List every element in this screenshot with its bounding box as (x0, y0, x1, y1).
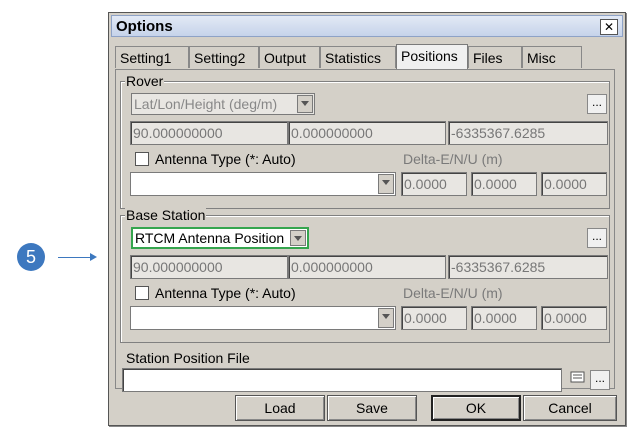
rover-delta-n-field[interactable]: 0.0000 (471, 172, 537, 196)
base-antenna-checkbox[interactable] (135, 286, 149, 300)
rover-format-select[interactable]: Lat/Lon/Height (deg/m) (131, 93, 315, 115)
station-file-browse-button[interactable]: ... (590, 370, 610, 390)
load-button[interactable]: Load (235, 395, 325, 421)
rover-height-field[interactable]: -6335367.6285 (448, 121, 608, 145)
rover-format-value: Lat/Lon/Height (deg/m) (134, 96, 278, 112)
rover-antenna-checkbox[interactable] (135, 152, 149, 166)
rover-legend: Rover (125, 73, 165, 89)
rover-antenna-label: Antenna Type (*: Auto) (155, 151, 296, 167)
base-format-select[interactable]: RTCM Antenna Position (131, 227, 309, 249)
rover-antenna-select[interactable] (130, 172, 396, 196)
document-icon-glyph (570, 371, 585, 383)
tab-positions[interactable]: Positions (396, 44, 468, 69)
annotation-arrow (58, 257, 94, 258)
rover-delta-e-field[interactable]: 0.0000 (401, 172, 467, 196)
tab-statistics[interactable]: Statistics (320, 46, 396, 68)
options-dialog: Options ✕ Setting1 Setting2 Output Stati… (108, 12, 626, 426)
dialog-title: Options (116, 18, 173, 35)
station-file-label: Station Position File (126, 350, 250, 366)
base-delta-n-field[interactable]: 0.0000 (471, 306, 537, 330)
base-delta-e-field[interactable]: 0.0000 (401, 306, 467, 330)
base-height-field[interactable]: -6335367.6285 (448, 255, 608, 279)
tab-setting1[interactable]: Setting1 (115, 46, 189, 68)
annotation-arrowhead (90, 253, 97, 261)
base-browse-button[interactable]: ... (587, 228, 607, 248)
base-delta-label: Delta-E/N/U (m) (403, 285, 503, 301)
rover-delta-label: Delta-E/N/U (m) (403, 151, 503, 167)
title-bar: Options ✕ (111, 15, 623, 37)
station-file-field[interactable] (122, 368, 562, 392)
tab-files[interactable]: Files (468, 46, 522, 68)
chevron-down-icon (378, 174, 394, 194)
base-lon-field[interactable]: 0.000000000 (288, 255, 446, 279)
tab-misc[interactable]: Misc (522, 46, 582, 68)
base-antenna-label: Antenna Type (*: Auto) (155, 285, 296, 301)
base-station-group: Base Station RTCM Antenna Position ... 9… (120, 207, 610, 343)
annotation-marker: 5 (17, 243, 45, 271)
chevron-down-icon (378, 308, 394, 328)
rover-delta-u-field[interactable]: 0.0000 (541, 172, 607, 196)
ok-button[interactable]: OK (431, 395, 521, 421)
tab-output[interactable]: Output (259, 46, 320, 68)
rover-lon-field[interactable]: 0.000000000 (288, 121, 446, 145)
base-station-legend: Base Station (125, 207, 207, 223)
base-lat-field[interactable]: 90.000000000 (130, 255, 288, 279)
base-antenna-select[interactable] (130, 306, 396, 330)
rover-group: Rover Lat/Lon/Height (deg/m) ... 90.0000… (120, 73, 610, 209)
save-button[interactable]: Save (327, 395, 417, 421)
cancel-button[interactable]: Cancel (523, 395, 617, 421)
chevron-down-icon (297, 95, 313, 113)
document-icon[interactable] (568, 370, 588, 390)
base-format-value: RTCM Antenna Position (135, 230, 285, 246)
rover-browse-button[interactable]: ... (587, 94, 607, 114)
close-button[interactable]: ✕ (600, 19, 618, 35)
base-delta-u-field[interactable]: 0.0000 (541, 306, 607, 330)
chevron-down-icon (290, 230, 306, 246)
positions-panel: Rover Lat/Lon/Height (deg/m) ... 90.0000… (115, 69, 615, 392)
tab-setting2[interactable]: Setting2 (189, 46, 259, 68)
rover-lat-field[interactable]: 90.000000000 (130, 121, 288, 145)
